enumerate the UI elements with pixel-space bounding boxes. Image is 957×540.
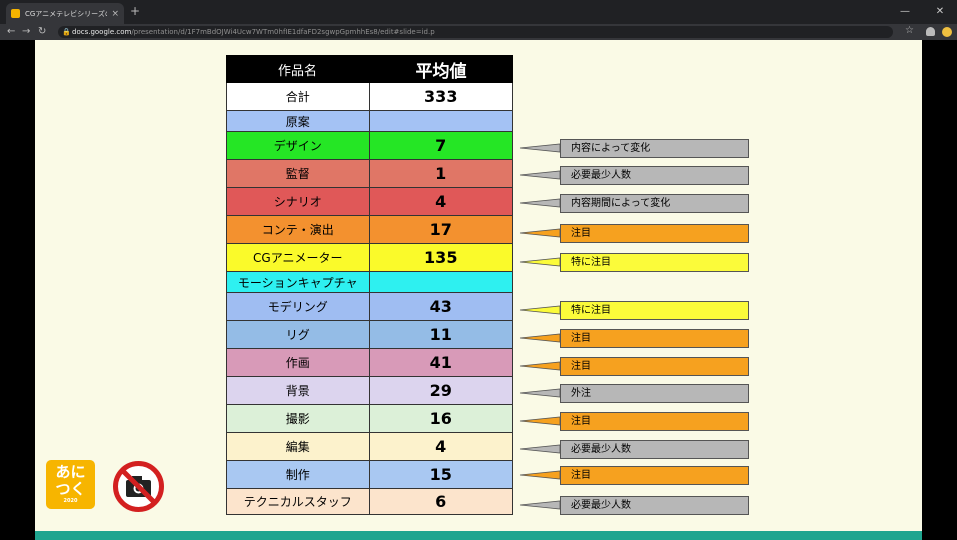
- close-window-button[interactable]: ✕: [925, 3, 955, 21]
- note-label: 注目: [560, 357, 749, 376]
- table-row: テクニカルスタッフ 6: [226, 489, 513, 515]
- table-row: 合計 333: [226, 83, 513, 111]
- row-name: シナリオ: [227, 188, 370, 215]
- row-value: 4: [435, 437, 447, 456]
- note-label: 注目: [560, 466, 749, 485]
- bookmark-star-icon[interactable]: ☆: [905, 25, 914, 36]
- note-label: 内容によって変化: [560, 139, 749, 158]
- browser-tab[interactable]: CGアニメテレビシリーズの 人数と ×: [6, 3, 124, 24]
- table-row: シナリオ 4: [226, 188, 513, 216]
- row-name: リグ: [227, 321, 370, 348]
- reload-icon[interactable]: ↻: [38, 25, 46, 39]
- row-value: 333: [424, 87, 458, 106]
- row-name: 監督: [227, 160, 370, 187]
- table-row: CGアニメーター 135: [226, 244, 513, 272]
- row-name: 作画: [227, 349, 370, 376]
- row-value: 7: [435, 136, 447, 155]
- note-label: 必要最少人数: [560, 440, 749, 459]
- table-row: 制作 15: [226, 461, 513, 489]
- row-value: 15: [429, 465, 452, 484]
- row-name: 合計: [227, 83, 370, 110]
- row-name: 制作: [227, 461, 370, 488]
- table-row: デザイン 7: [226, 132, 513, 160]
- note-label: 特に注目: [560, 301, 749, 320]
- back-arrow-icon[interactable]: ←: [7, 25, 15, 39]
- row-value: 4: [435, 192, 447, 211]
- tab-title: CGアニメテレビシリーズの 人数と: [25, 9, 108, 18]
- table-row: 背景 29: [226, 377, 513, 405]
- row-name: 撮影: [227, 405, 370, 432]
- slide-bottom-bar: [35, 531, 922, 540]
- address-bar[interactable]: 🔒 docs.google.com/presentation/d/1F7mBdO…: [58, 26, 893, 38]
- note-label: 注目: [560, 412, 749, 431]
- row-value: 29: [429, 381, 452, 400]
- row-name: デザイン: [227, 132, 370, 159]
- anitsuku-logo: あに つく 2020: [46, 460, 95, 509]
- table-row: 原案: [226, 111, 513, 132]
- note-label: 内容期間によって変化: [560, 194, 749, 213]
- row-value: [370, 111, 513, 131]
- url-host: docs.google.com: [72, 28, 132, 36]
- row-value: 6: [435, 492, 447, 511]
- table-header-value: 平均値: [369, 55, 513, 83]
- url-path: /presentation/d/1F7mBdOJWi4Ucw7WTm0hfIE1…: [131, 28, 435, 36]
- row-name: テクニカルスタッフ: [227, 489, 370, 514]
- table-row: 撮影 16: [226, 405, 513, 433]
- row-value: 41: [429, 353, 452, 372]
- table-row: リグ 11: [226, 321, 513, 349]
- note-label: 必要最少人数: [560, 496, 749, 515]
- row-value: 16: [429, 409, 452, 428]
- row-name: CGアニメーター: [227, 244, 370, 271]
- row-value: 43: [429, 297, 452, 316]
- extension-icon[interactable]: [926, 27, 935, 36]
- new-tab-button[interactable]: +: [130, 4, 140, 18]
- note-label: 注目: [560, 329, 749, 348]
- logo-year: 2020: [63, 498, 78, 504]
- table-row: モーションキャプチャ: [226, 272, 513, 293]
- tab-close-icon[interactable]: ×: [111, 9, 119, 19]
- lock-icon: 🔒: [62, 28, 71, 36]
- row-value: 11: [429, 325, 452, 344]
- row-value: 1: [435, 164, 447, 183]
- table-row: 編集 4: [226, 433, 513, 461]
- no-camera-icon: [113, 461, 164, 512]
- forward-arrow-icon[interactable]: →: [22, 25, 30, 39]
- row-value: 17: [429, 220, 452, 239]
- profile-avatar[interactable]: [942, 27, 952, 37]
- slides-favicon-icon: [11, 9, 20, 18]
- browser-toolbar: ← → ↻ 🔒 docs.google.com/presentation/d/1…: [0, 24, 957, 40]
- note-label: 注目: [560, 224, 749, 243]
- table-row: コンテ・演出 17: [226, 216, 513, 244]
- table-row: 作画 41: [226, 349, 513, 377]
- minimize-button[interactable]: —: [890, 3, 920, 21]
- row-value: 135: [424, 248, 458, 267]
- row-name: モデリング: [227, 293, 370, 320]
- row-name: 背景: [227, 377, 370, 404]
- note-label: 必要最少人数: [560, 166, 749, 185]
- note-label: 外注: [560, 384, 749, 403]
- browser-tab-strip: CGアニメテレビシリーズの 人数と × + — ✕: [0, 0, 957, 24]
- table-row: モデリング 43: [226, 293, 513, 321]
- row-name: モーションキャプチャ: [227, 272, 370, 292]
- logo-text-line1: あに: [55, 463, 86, 481]
- logo-text-line2: つく: [55, 480, 86, 498]
- table-header-name: 作品名: [226, 55, 369, 83]
- row-value: [370, 272, 513, 292]
- table-row: 監督 1: [226, 160, 513, 188]
- row-name: 編集: [227, 433, 370, 460]
- row-name: コンテ・演出: [227, 216, 370, 243]
- row-name: 原案: [227, 111, 370, 131]
- note-label: 特に注目: [560, 253, 749, 272]
